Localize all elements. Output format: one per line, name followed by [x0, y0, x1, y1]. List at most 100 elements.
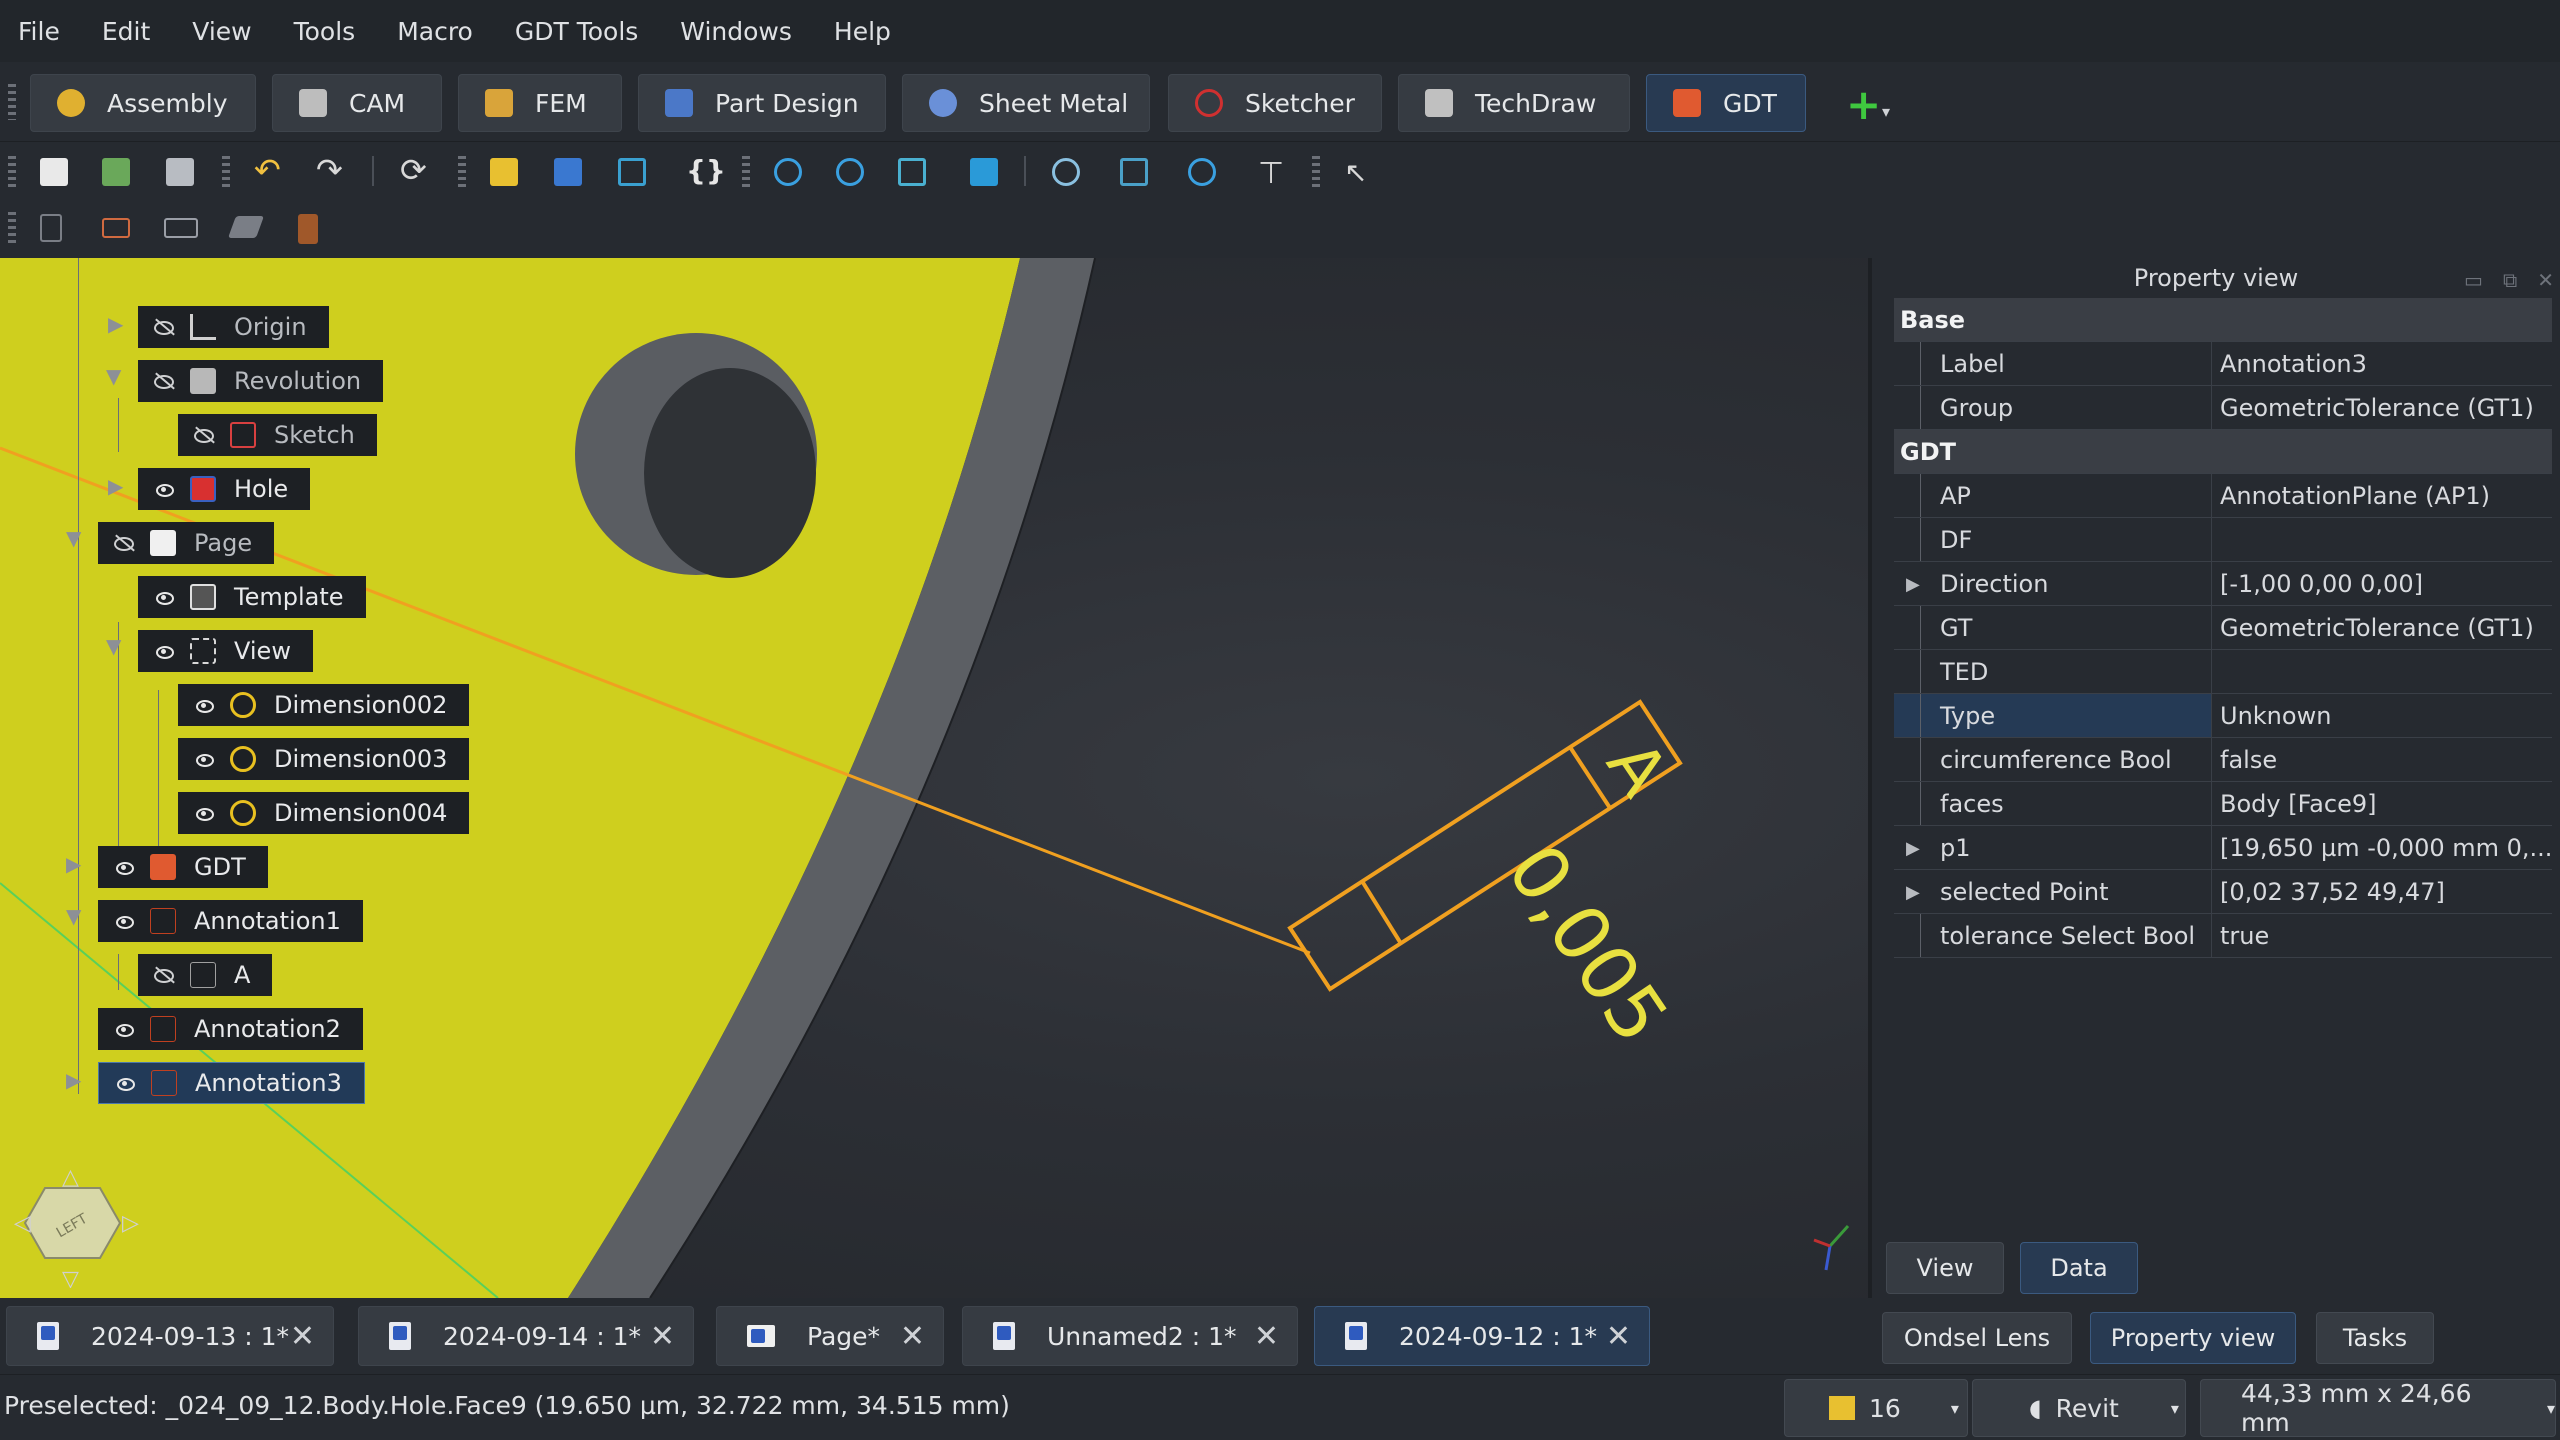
visibility-on-icon[interactable]	[152, 642, 176, 660]
close-icon[interactable]: ✕	[900, 1319, 925, 1354]
minimize-icon[interactable]: ▭	[2464, 268, 2483, 292]
property-row-selected-point[interactable]: ▶ selected Point [0,02 37,52 49,47]	[1894, 870, 2552, 914]
toolbar-grip[interactable]	[8, 156, 16, 190]
zoom-icon[interactable]	[1188, 158, 1216, 186]
property-value[interactable]: [-1,00 0,00 0,00]	[2212, 570, 2552, 598]
tree-item-page[interactable]: Page	[98, 522, 275, 564]
measure-icon[interactable]	[970, 158, 998, 186]
toolbar-grip[interactable]	[222, 156, 230, 190]
fit-all-icon[interactable]	[774, 158, 802, 186]
property-value[interactable]: [0,02 37,52 49,47]	[2212, 878, 2552, 906]
measure-distance-icon[interactable]: ⊤	[1258, 156, 1286, 191]
inventory-icon[interactable]	[298, 214, 318, 244]
tree-item-hole[interactable]: Hole	[138, 468, 311, 510]
menu-windows[interactable]: Windows	[680, 17, 792, 46]
property-value[interactable]: true	[2212, 922, 2552, 950]
3d-viewport[interactable]: 0,005 A ▶ Origin ▼ Revolution Sketch ▶ H…	[0, 258, 1868, 1298]
doc-tab[interactable]: 2024-09-13 : 1* ✕	[6, 1306, 334, 1366]
open-folder-icon[interactable]	[554, 158, 582, 186]
menu-view[interactable]: View	[192, 17, 251, 46]
tree-item-dimension003[interactable]: Dimension003	[178, 738, 470, 780]
visibility-on-icon[interactable]	[192, 696, 216, 714]
property-value[interactable]: false	[2212, 746, 2552, 774]
property-row-gt[interactable]: GT GeometricTolerance (GT1)	[1894, 606, 2552, 650]
python-console-icon[interactable]: {}	[686, 154, 726, 187]
doc-tab[interactable]: Page* ✕	[716, 1306, 944, 1366]
notification-counter[interactable]: 16 ▾	[1784, 1379, 1968, 1437]
expand-arrow-icon[interactable]: ▶	[1906, 574, 1920, 595]
visibility-on-icon[interactable]	[112, 912, 136, 930]
menu-macro[interactable]: Macro	[397, 17, 473, 46]
float-icon[interactable]: ⧉	[2503, 268, 2517, 292]
tree-item-origin[interactable]: Origin	[138, 306, 329, 348]
property-row-direction[interactable]: ▶ Direction [-1,00 0,00 0,00]	[1894, 562, 2552, 606]
tasks-tab[interactable]: Tasks	[2316, 1312, 2434, 1364]
property-row-df[interactable]: DF	[1894, 518, 2552, 562]
visibility-on-icon[interactable]	[192, 804, 216, 822]
macro-icon[interactable]	[490, 158, 518, 186]
tree-item-view[interactable]: View	[138, 630, 313, 672]
property-value[interactable]: GeometricTolerance (GT1)	[2212, 614, 2552, 642]
new-document-icon[interactable]	[40, 158, 68, 186]
property-row-ted[interactable]: TED	[1894, 650, 2552, 694]
doc-tab[interactable]: Unnamed2 : 1* ✕	[962, 1306, 1298, 1366]
collapse-arrow-icon[interactable]: ▼	[66, 904, 81, 928]
menu-edit[interactable]: Edit	[102, 17, 150, 46]
navcube-left-arrow-icon[interactable]: ◁	[14, 1211, 31, 1236]
expand-arrow-icon[interactable]: ▶	[66, 852, 81, 876]
close-icon[interactable]: ✕	[290, 1319, 315, 1354]
property-row-p1[interactable]: ▶ p1 [19,650 µm -0,000 mm 0,...	[1894, 826, 2552, 870]
property-value[interactable]: Body [Face9]	[2212, 790, 2552, 818]
visibility-on-icon[interactable]	[192, 750, 216, 768]
data-tab[interactable]: Data	[2020, 1242, 2138, 1294]
datum-feature-icon[interactable]	[40, 214, 62, 242]
tree-item-annotation1[interactable]: Annotation1	[98, 900, 363, 942]
ondsel-lens-tab[interactable]: Ondsel Lens	[1882, 1312, 2072, 1364]
toolbar-grip[interactable]	[458, 156, 466, 190]
navcube-right-arrow-icon[interactable]: ▷	[122, 1211, 139, 1236]
tree-item-template[interactable]: Template	[138, 576, 366, 618]
tree-item-dimension002[interactable]: Dimension002	[178, 684, 470, 726]
save-icon[interactable]	[166, 158, 194, 186]
gdt-feature-control-frame[interactable]: 0,005 A	[1287, 699, 1686, 1058]
workbench-assembly-button[interactable]: Assembly	[30, 74, 256, 132]
visibility-on-icon[interactable]	[112, 1020, 136, 1038]
geometric-tolerance-icon[interactable]	[164, 218, 198, 238]
navcube-down-arrow-icon[interactable]: ▽	[62, 1267, 79, 1292]
collapse-arrow-icon[interactable]: ▼	[66, 526, 81, 550]
visibility-on-icon[interactable]	[112, 858, 136, 876]
collapse-arrow-icon[interactable]: ▼	[106, 364, 121, 388]
close-icon[interactable]: ✕	[1254, 1319, 1279, 1354]
visibility-off-icon[interactable]	[152, 964, 176, 986]
visibility-on-icon[interactable]	[113, 1074, 137, 1092]
toolbar-grip[interactable]	[742, 156, 750, 190]
workbench-gdt-button[interactable]: GDT	[1646, 74, 1806, 132]
fit-selection-icon[interactable]	[836, 158, 864, 186]
tree-item-annotation2[interactable]: Annotation2	[98, 1008, 363, 1050]
view-isometric-icon[interactable]	[898, 158, 926, 186]
draw-style-icon[interactable]	[1052, 158, 1080, 186]
dimension-readout[interactable]: 44,33 mm x 24,66 mm ▾	[2200, 1379, 2556, 1437]
tree-item-dimension004[interactable]: Dimension004	[178, 792, 470, 834]
navcube-up-arrow-icon[interactable]: △	[62, 1165, 79, 1190]
collapse-arrow-icon[interactable]: ▼	[106, 634, 121, 658]
close-icon[interactable]: ✕	[1606, 1319, 1631, 1354]
property-view-tab[interactable]: Property view	[2090, 1312, 2296, 1364]
property-row-label[interactable]: Label Annotation3	[1894, 342, 2552, 386]
tree-item-a[interactable]: A	[138, 954, 273, 996]
close-icon[interactable]: ✕	[650, 1319, 675, 1354]
open-document-icon[interactable]	[102, 158, 130, 186]
property-row-ap[interactable]: AP AnnotationPlane (AP1)	[1894, 474, 2552, 518]
visibility-off-icon[interactable]	[152, 316, 176, 338]
tree-item-sketch[interactable]: Sketch	[178, 414, 377, 456]
property-value[interactable]: AnnotationPlane (AP1)	[2212, 482, 2552, 510]
refresh-icon[interactable]: ⟳	[400, 154, 428, 186]
workbench-fem-button[interactable]: FEM	[458, 74, 622, 132]
visibility-off-icon[interactable]	[112, 532, 136, 554]
menu-file[interactable]: File	[18, 17, 60, 46]
whats-this-icon[interactable]: ↖	[1344, 156, 1372, 189]
navigation-style-selector[interactable]: ◖ Revit ▾	[1972, 1379, 2186, 1437]
add-workbench-button[interactable]: + ▾	[1846, 80, 1890, 129]
std-views-icon[interactable]	[1120, 158, 1148, 186]
export-icon[interactable]	[618, 158, 646, 186]
